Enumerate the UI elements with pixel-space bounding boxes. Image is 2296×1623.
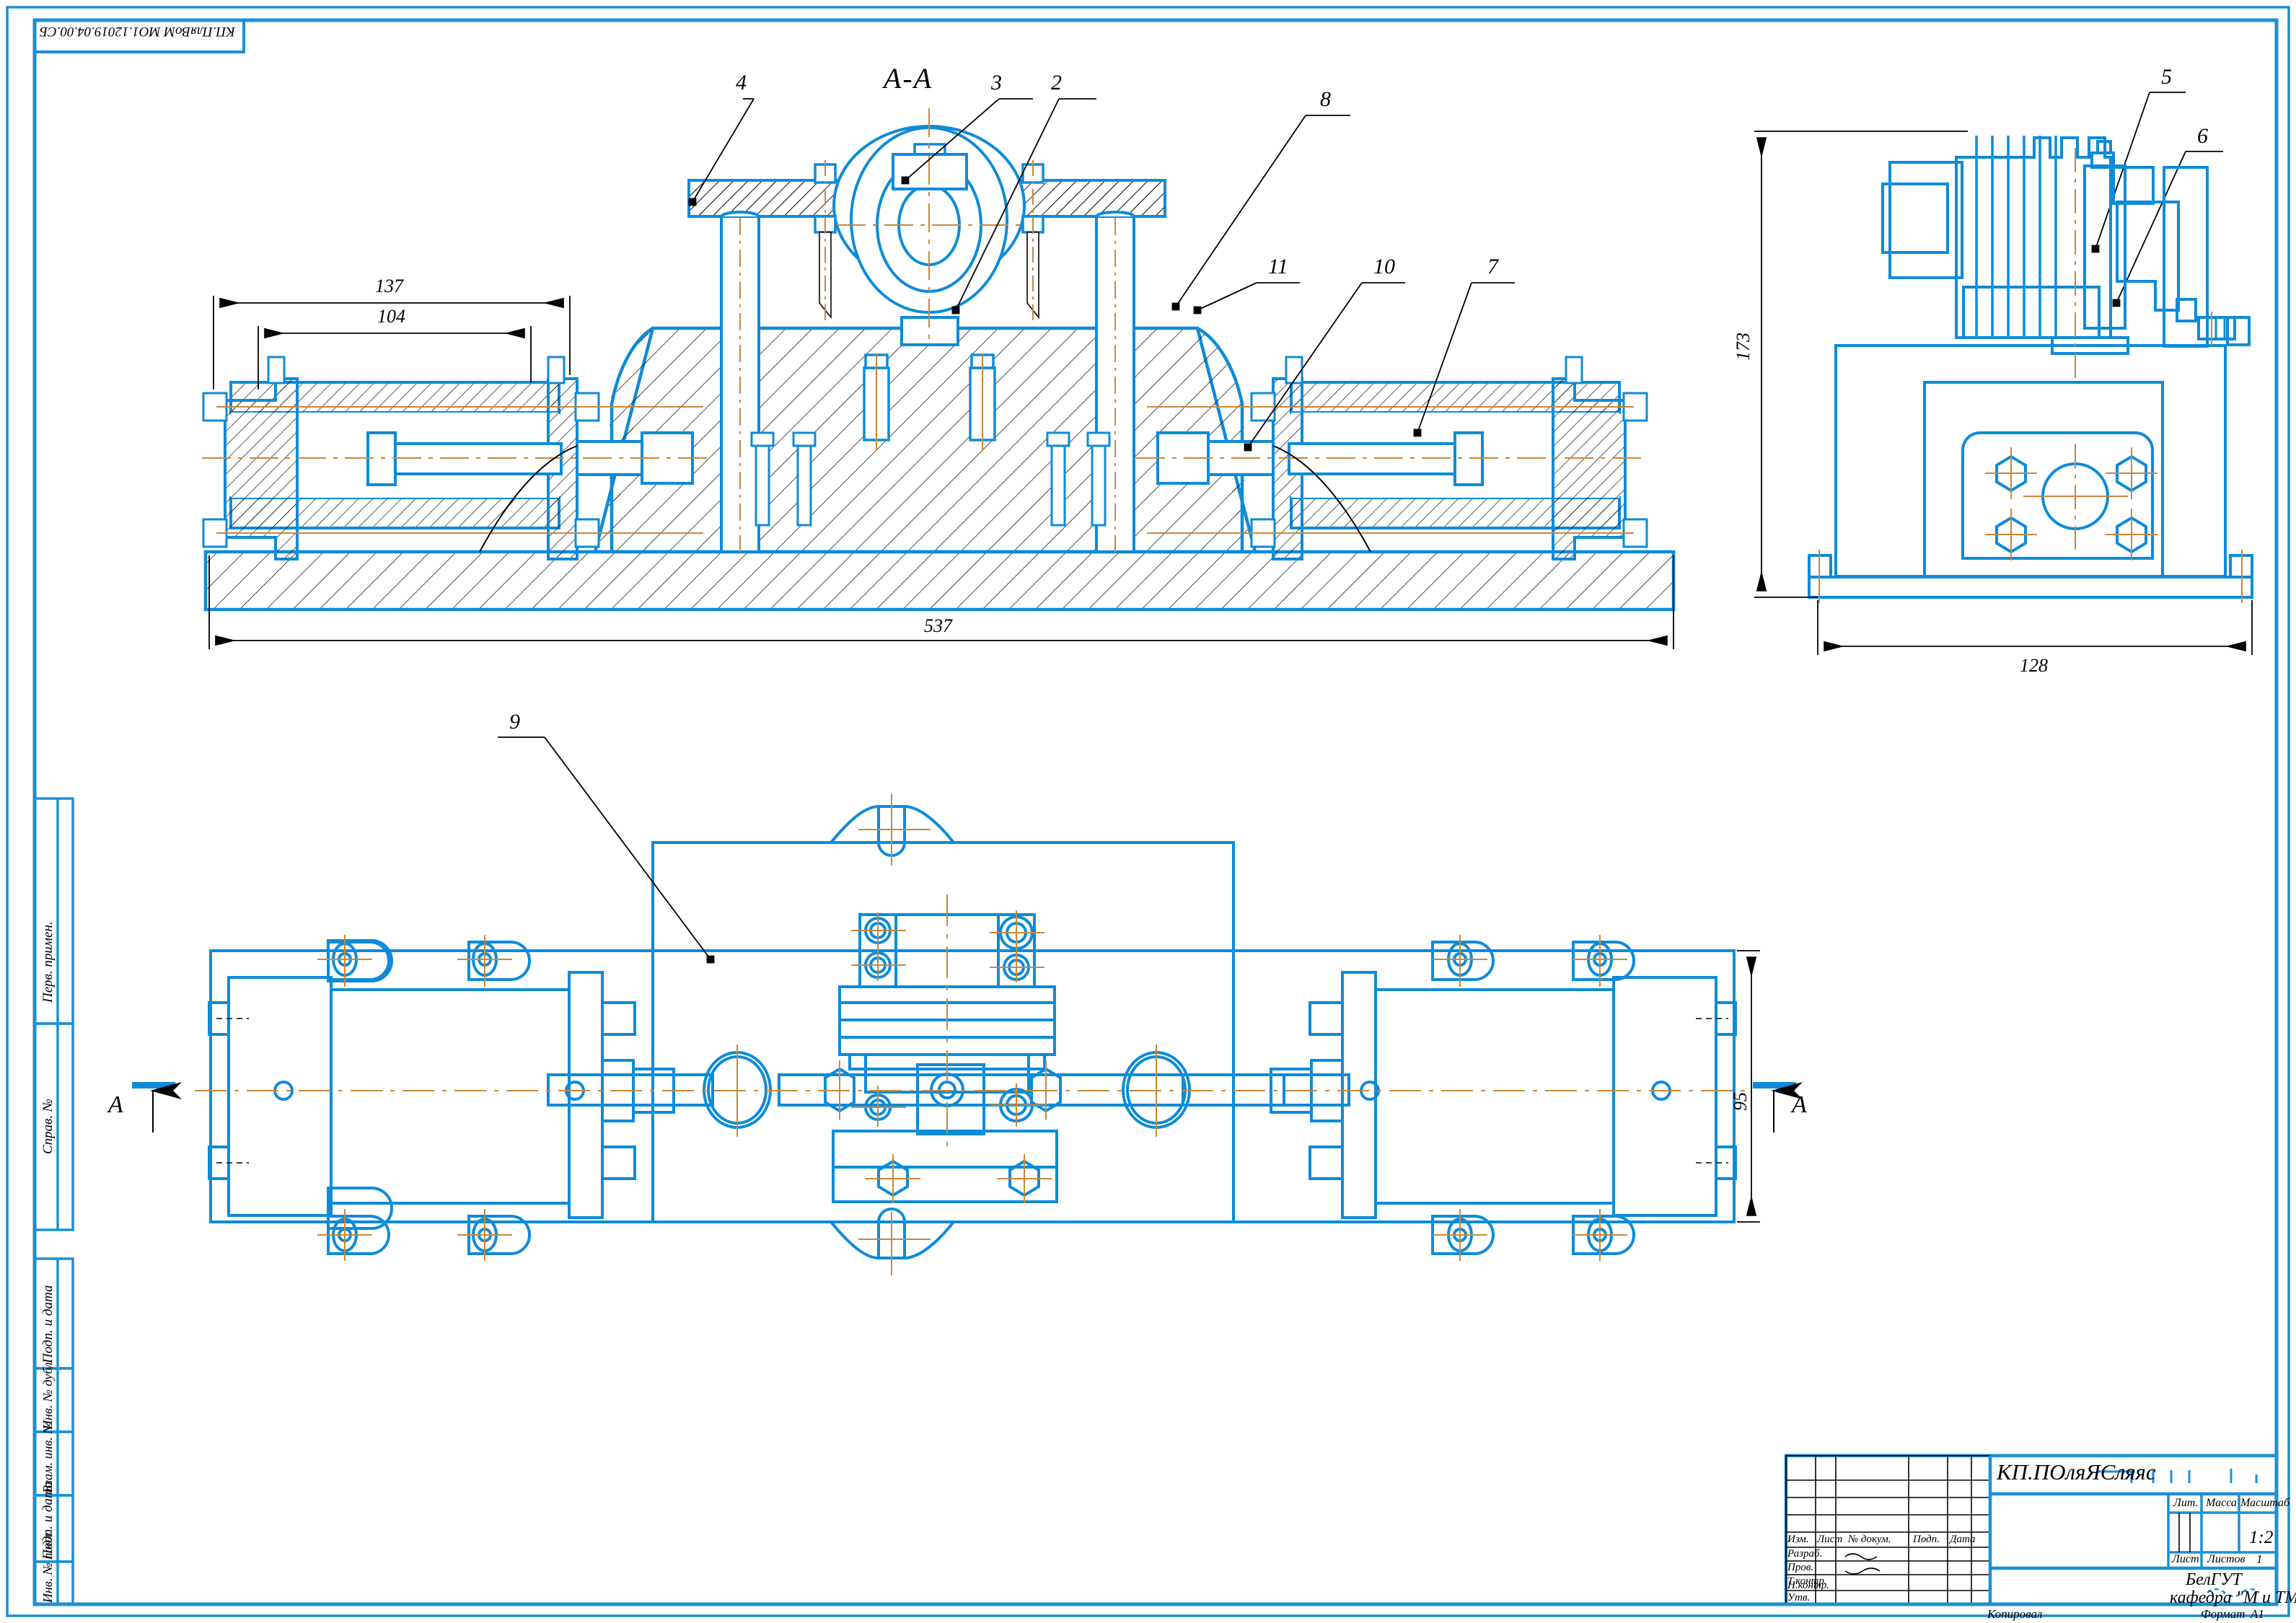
kopiroval-label: Копировал (1987, 1607, 2043, 1621)
org-name: БелГУТ (2186, 1570, 2242, 1589)
cad-canvas (6, 6, 2290, 1617)
margin-label-podp-data-1: Подп. и дата (40, 1285, 56, 1363)
margin-label-perv-primen: Перв. примен. (40, 921, 56, 1003)
section-mark-right-label: A (1792, 1091, 1807, 1118)
format-value: A1 (2251, 1607, 2264, 1621)
balloon-4: 4 (736, 71, 747, 94)
title-drawing-number: КП.ПОляЯСляяс (1997, 1459, 2156, 1485)
dimension-95: 95 (1730, 1092, 1751, 1111)
section-mark-left-label: A (108, 1091, 123, 1118)
rev-header-izm: Изм. (1787, 1534, 1809, 1545)
section-title: A-A (884, 62, 933, 94)
balloon-3: 3 (991, 71, 1002, 94)
masshtab-label: Масштаб (2240, 1497, 2290, 1509)
role-prov: Пров. (1787, 1562, 1814, 1573)
rev-header-list: Лист (1817, 1534, 1843, 1545)
org-department: кафедра "М и ТМ" (2170, 1588, 2296, 1607)
role-utv: Утв. (1787, 1592, 1811, 1604)
title-block (35, 1453, 2279, 1606)
balloon-7: 7 (1487, 255, 1498, 278)
plan-leader-9 (498, 736, 715, 964)
balloon-9: 9 (509, 710, 520, 734)
drawing-sheet: КП.ПляВоМ МО1.12019.04.00.СБ A-A 4 3 2 8… (0, 0, 2296, 1623)
rev-header-podp: Подп. (1913, 1534, 1940, 1545)
plan-view (195, 793, 1750, 1275)
margin-label-sprav-no: Справ. № (40, 1099, 56, 1154)
listov-value: 1 (2256, 1552, 2263, 1566)
stamp-drawing-number: КП.ПляВоМ МО1.12019.04.00.СБ (39, 24, 235, 39)
dimension-137: 137 (375, 276, 403, 296)
margin-label-inv-dubl: Инв. № дубл. (40, 1358, 55, 1430)
balloon-2: 2 (1051, 71, 1062, 94)
list-label: Лист (2172, 1553, 2199, 1565)
rev-header-data: Дата (1950, 1534, 1976, 1545)
balloon-10: 10 (1373, 255, 1395, 278)
dimension-128: 128 (2020, 655, 2048, 676)
front-section-view (202, 108, 1676, 612)
masshtab-value: 1:2 (2249, 1528, 2274, 1547)
balloon-11: 11 (1268, 255, 1288, 278)
massa-label: Масса (2206, 1497, 2237, 1509)
dimension-173: 173 (1733, 333, 1754, 361)
role-razrab: Разраб. (1787, 1548, 1823, 1560)
role-nkontr-label: Н.контр. (1787, 1580, 1830, 1591)
balloon-6: 6 (2197, 124, 2208, 148)
rev-header-docno: № докум. (1848, 1534, 1891, 1545)
balloon-8: 8 (1320, 87, 1331, 111)
format-label: Формат (2201, 1607, 2246, 1621)
margin-label-inv-podl: Инв. № подл. (40, 1531, 55, 1603)
listov-label: Листов (2207, 1553, 2246, 1565)
side-view (1808, 136, 2253, 599)
dimension-104: 104 (377, 306, 405, 327)
lit-label: Лит. (2173, 1497, 2199, 1509)
dimension-537: 537 (924, 615, 952, 636)
balloon-5: 5 (2161, 65, 2172, 89)
